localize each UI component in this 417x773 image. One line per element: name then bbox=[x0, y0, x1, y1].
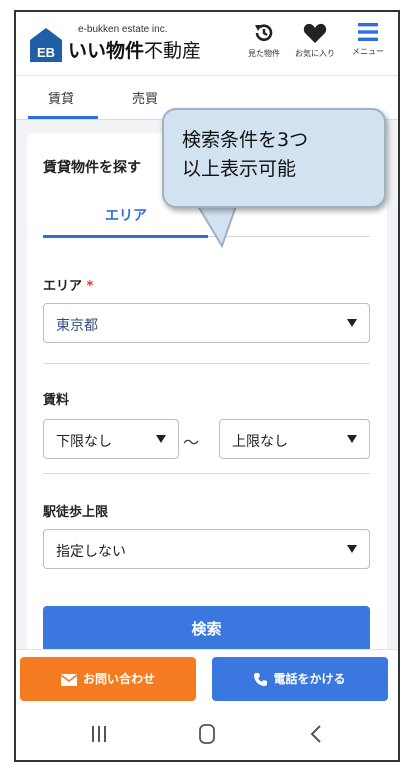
call-label: 電話をかける bbox=[273, 672, 346, 686]
tooltip-line-2: 以上表示可能 bbox=[182, 158, 297, 180]
rent-min-value: 下限なし bbox=[56, 434, 112, 450]
area-label-text: エリア bbox=[43, 279, 83, 294]
tab-active-indicator bbox=[28, 116, 98, 119]
brand-name[interactable]: いい物件不動産 bbox=[68, 36, 201, 63]
chevron-down-icon bbox=[156, 435, 166, 443]
tab-sale[interactable]: 売買 bbox=[132, 88, 158, 107]
area-label: エリア * bbox=[43, 275, 93, 294]
app-header: EB e-bukken estate inc. いい物件不動産 見た物件 お気に… bbox=[16, 12, 398, 76]
chevron-down-icon bbox=[347, 435, 357, 443]
chevron-down-icon bbox=[347, 545, 357, 553]
favorites-button[interactable]: お気に入り bbox=[295, 20, 335, 70]
walk-label: 駅徒歩上限 bbox=[43, 505, 109, 520]
brand-subtitle: e-bukken estate inc. bbox=[78, 24, 168, 35]
rent-label: 賃料 bbox=[43, 393, 70, 408]
svg-text:EB: EB bbox=[37, 45, 55, 60]
tab-rent[interactable]: 賃貸 bbox=[48, 88, 74, 107]
menu-icon bbox=[358, 23, 378, 41]
tooltip-text: 検索条件を3つ 以上表示可能 bbox=[182, 126, 308, 184]
required-mark: * bbox=[86, 279, 94, 294]
back-icon[interactable] bbox=[296, 721, 336, 747]
subtab-area[interactable]: エリア bbox=[105, 205, 147, 225]
mail-icon bbox=[60, 673, 78, 686]
rent-max-value: 上限なし bbox=[232, 434, 288, 450]
range-separator: 〜 bbox=[183, 433, 200, 452]
menu-label: メニュー bbox=[352, 47, 384, 56]
contact-label: お問い合わせ bbox=[82, 672, 155, 686]
search-button[interactable]: 検索 bbox=[43, 606, 370, 652]
card-title: 賃貸物件を探す bbox=[43, 160, 141, 176]
home-icon[interactable] bbox=[187, 721, 227, 747]
phone-icon bbox=[254, 673, 268, 686]
section-divider bbox=[43, 473, 370, 474]
favorites-label: お気に入り bbox=[295, 49, 335, 58]
rent-max-select[interactable]: 上限なし bbox=[219, 419, 370, 459]
brand-name-rest: 不動産 bbox=[144, 40, 202, 62]
brand-name-bold: いい物件 bbox=[68, 40, 145, 62]
recent-apps-icon[interactable] bbox=[79, 721, 119, 747]
section-divider bbox=[43, 363, 370, 364]
phone-screen: EB e-bukken estate inc. いい物件不動産 見た物件 お気に… bbox=[14, 10, 400, 762]
viewed-properties-button[interactable]: 見た物件 bbox=[244, 20, 284, 70]
heart-icon bbox=[303, 23, 327, 43]
system-nav-bar bbox=[16, 707, 398, 760]
logo-icon[interactable]: EB bbox=[28, 26, 64, 64]
tooltip-line-1: 検索条件を3つ bbox=[182, 129, 309, 151]
walk-select-value: 指定しない bbox=[56, 544, 126, 560]
area-select[interactable]: 東京都 bbox=[43, 303, 370, 343]
viewed-label: 見た物件 bbox=[248, 49, 280, 58]
chevron-down-icon bbox=[347, 319, 357, 327]
subtab-active-indicator bbox=[43, 235, 208, 238]
menu-button[interactable]: メニュー bbox=[348, 20, 388, 70]
area-select-value: 東京都 bbox=[56, 318, 98, 334]
call-button[interactable]: 電話をかける bbox=[212, 657, 388, 701]
feature-tooltip: 検索条件を3つ 以上表示可能 bbox=[162, 108, 386, 208]
rent-min-select[interactable]: 下限なし bbox=[43, 419, 179, 459]
contact-button[interactable]: お問い合わせ bbox=[20, 657, 196, 701]
walk-select[interactable]: 指定しない bbox=[43, 529, 370, 569]
tooltip-tail bbox=[196, 204, 238, 249]
history-icon bbox=[255, 24, 273, 42]
bottom-cta-bar: お問い合わせ 電話をかける bbox=[16, 649, 398, 707]
